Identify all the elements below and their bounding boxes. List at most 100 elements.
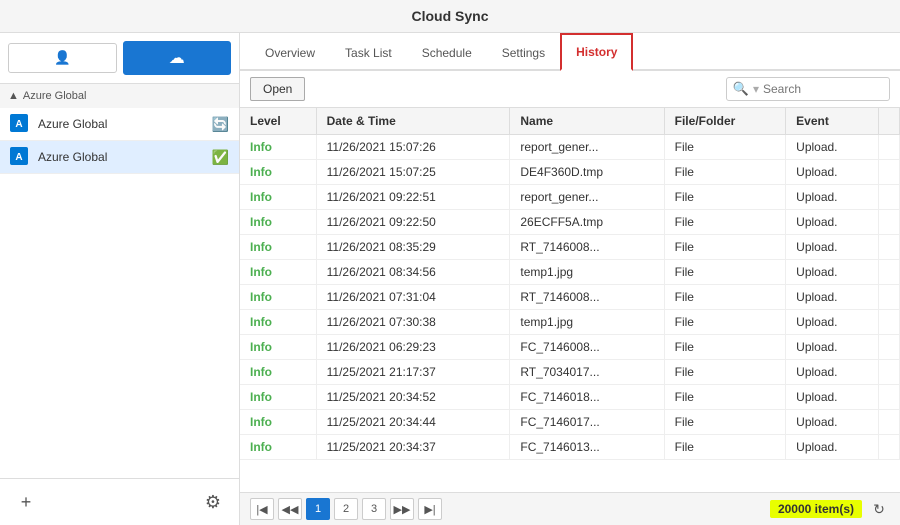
page-1-button[interactable]: 1 — [306, 498, 330, 520]
cell-name: FC_7146008... — [510, 335, 664, 360]
col-level: Level — [240, 108, 316, 135]
last-page-button[interactable]: ▶| — [418, 498, 442, 520]
sidebar-item-label-2: Azure Global — [38, 150, 212, 164]
cell-level: Info — [240, 160, 316, 185]
first-page-button[interactable]: |◀ — [250, 498, 274, 520]
cell-filefolder: File — [664, 285, 786, 310]
history-table: Level Date & Time Name File/Folder Event… — [240, 108, 900, 460]
page-3-button[interactable]: 3 — [362, 498, 386, 520]
settings-button[interactable]: ⚙ — [195, 487, 231, 517]
cell-datetime: 11/26/2021 06:29:23 — [316, 335, 510, 360]
next-page-icon: ▶▶ — [394, 503, 411, 516]
col-event: Event — [786, 108, 879, 135]
cell-filefolder: File — [664, 160, 786, 185]
tab-settings[interactable]: Settings — [487, 35, 560, 70]
cell-name: FC_7146018... — [510, 385, 664, 410]
cell-level: Info — [240, 385, 316, 410]
sidebar-group-label: ▲ Azure Global — [0, 84, 239, 108]
cell-level: Info — [240, 210, 316, 235]
pagination: |◀ ◀◀ 1 2 3 ▶▶ — [240, 492, 900, 525]
tab-overview[interactable]: Overview — [250, 35, 330, 70]
cell-event: Upload. — [786, 385, 879, 410]
cell-event: Upload. — [786, 210, 879, 235]
table-row: Info 11/26/2021 07:30:38 temp1.jpg File … — [240, 310, 900, 335]
cell-name: report_gener... — [510, 185, 664, 210]
cell-event: Upload. — [786, 435, 879, 460]
first-page-icon: |◀ — [256, 503, 267, 516]
cell-extra — [879, 410, 900, 435]
cell-name: FC_7146017... — [510, 410, 664, 435]
table-container: Level Date & Time Name File/Folder Event… — [240, 108, 900, 492]
sidebar-item-azure-global-1[interactable]: A Azure Global 🔄 — [0, 108, 239, 141]
cell-filefolder: File — [664, 385, 786, 410]
cell-filefolder: File — [664, 210, 786, 235]
refresh-button[interactable]: ↻ — [868, 498, 890, 520]
azure-icon-2: A — [10, 147, 30, 167]
add-button[interactable]: + — [8, 487, 44, 517]
app-container: Cloud Sync 👤 ☁ ▲ Azure Global A Azure G — [0, 0, 900, 525]
tab-schedule[interactable]: Schedule — [407, 35, 487, 70]
table-row: Info 11/26/2021 07:31:04 RT_7146008... F… — [240, 285, 900, 310]
cell-filefolder: File — [664, 260, 786, 285]
table-row: Info 11/26/2021 09:22:51 report_gener...… — [240, 185, 900, 210]
cell-name: FC_7146013... — [510, 435, 664, 460]
cell-datetime: 11/25/2021 20:34:44 — [316, 410, 510, 435]
cell-datetime: 11/25/2021 20:34:37 — [316, 435, 510, 460]
table-row: Info 11/26/2021 15:07:25 DE4F360D.tmp Fi… — [240, 160, 900, 185]
cell-name: 26ECFF5A.tmp — [510, 210, 664, 235]
col-datetime: Date & Time — [316, 108, 510, 135]
prev-page-icon: ◀◀ — [282, 503, 299, 516]
open-button[interactable]: Open — [250, 77, 305, 101]
cell-level: Info — [240, 260, 316, 285]
prev-page-button[interactable]: ◀◀ — [278, 498, 302, 520]
cell-level: Info — [240, 435, 316, 460]
app-title: Cloud Sync — [411, 8, 488, 24]
next-page-button[interactable]: ▶▶ — [390, 498, 414, 520]
cell-name: temp1.jpg — [510, 260, 664, 285]
cell-event: Upload. — [786, 335, 879, 360]
sidebar-item-azure-global-2[interactable]: A Azure Global ✅ — [0, 141, 239, 174]
cell-extra — [879, 235, 900, 260]
gear-icon: ⚙ — [205, 492, 221, 513]
items-count: 20000 item(s) — [770, 500, 862, 518]
cell-extra — [879, 310, 900, 335]
cell-datetime: 11/26/2021 09:22:51 — [316, 185, 510, 210]
user-button[interactable]: 👤 — [8, 43, 117, 73]
azure-icon-1: A — [10, 114, 30, 134]
check-icon: ✅ — [212, 149, 229, 166]
cell-level: Info — [240, 285, 316, 310]
content-area: Overview Task List Schedule Settings His… — [240, 33, 900, 525]
search-icon: 🔍 — [733, 81, 749, 97]
cell-name: RT_7146008... — [510, 235, 664, 260]
search-input[interactable] — [763, 82, 883, 96]
tab-history[interactable]: History — [560, 33, 633, 71]
cell-event: Upload. — [786, 360, 879, 385]
cell-extra — [879, 360, 900, 385]
tab-tasklist[interactable]: Task List — [330, 35, 407, 70]
cell-extra — [879, 185, 900, 210]
col-more — [879, 108, 900, 135]
cell-event: Upload. — [786, 260, 879, 285]
cell-extra — [879, 285, 900, 310]
cell-datetime: 11/26/2021 15:07:26 — [316, 135, 510, 160]
table-row: Info 11/26/2021 15:07:26 report_gener...… — [240, 135, 900, 160]
page-2-button[interactable]: 2 — [334, 498, 358, 520]
cell-event: Upload. — [786, 160, 879, 185]
cell-datetime: 11/26/2021 08:34:56 — [316, 260, 510, 285]
search-divider: ▾ — [753, 82, 759, 96]
tabs: Overview Task List Schedule Settings His… — [240, 33, 900, 71]
table-row: Info 11/25/2021 21:17:37 RT_7034017... F… — [240, 360, 900, 385]
cell-event: Upload. — [786, 135, 879, 160]
cell-extra — [879, 135, 900, 160]
cell-level: Info — [240, 410, 316, 435]
pagination-right: 20000 item(s) ↻ — [770, 498, 890, 520]
cell-filefolder: File — [664, 360, 786, 385]
cell-datetime: 11/26/2021 07:31:04 — [316, 285, 510, 310]
cloud-button[interactable]: ☁ — [123, 41, 232, 75]
cell-event: Upload. — [786, 410, 879, 435]
cell-event: Upload. — [786, 235, 879, 260]
main-area: 👤 ☁ ▲ Azure Global A Azure Global 🔄 A — [0, 33, 900, 525]
pagination-controls: |◀ ◀◀ 1 2 3 ▶▶ — [250, 498, 442, 520]
cell-extra — [879, 435, 900, 460]
cell-datetime: 11/25/2021 20:34:52 — [316, 385, 510, 410]
